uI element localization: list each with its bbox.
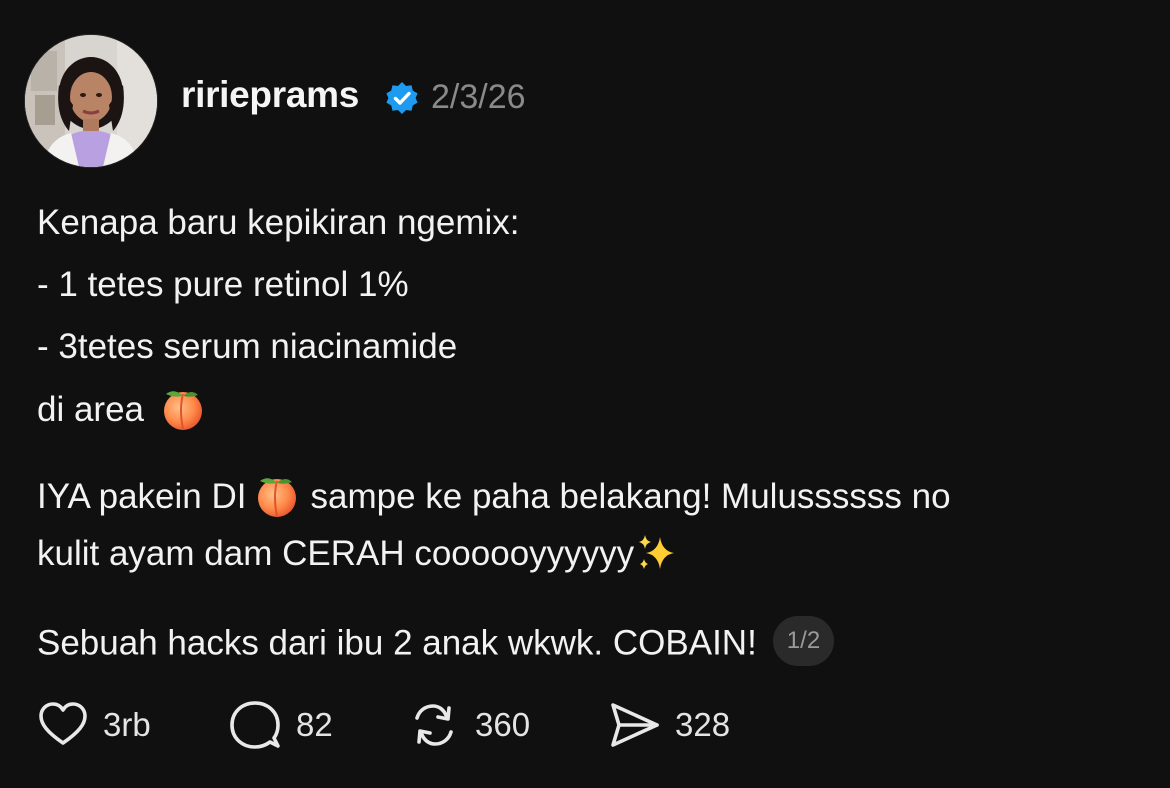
post-card: ririeprams 2/3/26 Kenapa baru kepikiran …	[0, 0, 1170, 788]
post-text-fragment: kulit ayam dam CERAH coooooyyyyyy	[37, 534, 635, 573]
post-text-fragment: Sebuah hacks dari ibu 2 anak wkwk. COBAI…	[37, 623, 757, 663]
verified-badge-icon	[386, 82, 418, 114]
post-text-line: - 1 tetes pure retinol 1%	[37, 265, 409, 304]
like-count: 3rb	[103, 706, 151, 743]
peach-emoji	[163, 390, 202, 430]
post-text-line: - 3tetes serum niacinamide	[37, 327, 458, 366]
comment-bubble-icon	[230, 701, 280, 749]
share-count: 328	[675, 706, 731, 743]
post-text-fragment: sampe ke paha belakang! Mulussssss no	[310, 477, 951, 516]
like-button[interactable]: 3rb	[37, 698, 151, 752]
author-username[interactable]: ririeprams	[181, 72, 359, 118]
post-text-line: di area	[37, 388, 206, 435]
author-avatar[interactable]	[24, 34, 158, 168]
send-icon	[611, 703, 659, 747]
post-text-line: Kenapa baru kepikiran ngemix:	[37, 203, 520, 242]
post-date[interactable]: 2/3/26	[431, 74, 526, 120]
post-text-fragment: di area	[37, 390, 145, 429]
post-text-line: Sebuah hacks dari ibu 2 anak wkwk. COBAI…	[37, 616, 835, 670]
repost-button[interactable]: 360	[407, 698, 530, 752]
share-button[interactable]: 328	[607, 698, 730, 752]
repost-icon	[415, 704, 453, 746]
heart-icon	[39, 702, 87, 745]
comment-button[interactable]: 82	[228, 698, 333, 752]
peach-emoji	[258, 477, 297, 517]
post-text-fragment: IYA pakein DI	[37, 477, 247, 516]
sparkles-emoji	[639, 534, 675, 569]
comment-count: 82	[296, 706, 333, 743]
repost-count: 360	[475, 706, 531, 743]
page-indicator-badge[interactable]: 1/2	[772, 616, 835, 666]
post-text-line: kulit ayam dam CERAH coooooyyyyyy	[37, 532, 678, 578]
post-text-line: IYA pakein DI sampe ke paha belakang! Mu…	[37, 475, 951, 522]
